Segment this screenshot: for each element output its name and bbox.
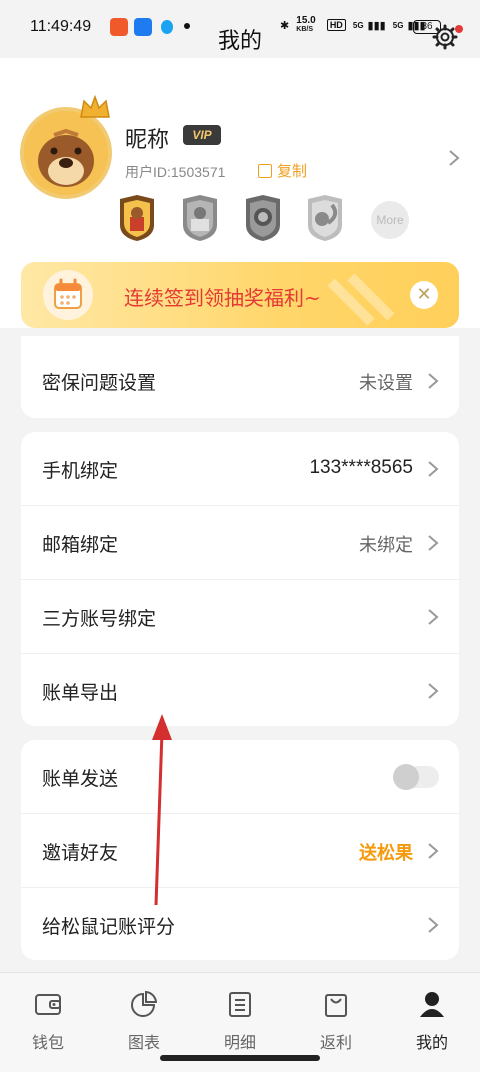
list-icon xyxy=(229,992,251,1017)
user-icon xyxy=(420,992,444,1017)
status-bar: 11:49:49 ✱ 15.0 KB/S HD 5G ▮▮▮ 5G ▮▮▮ 36 我的 xyxy=(0,0,480,58)
crown-icon xyxy=(80,94,110,118)
banner-text: 连续签到领抽奖福利~ xyxy=(124,286,321,310)
settings-row-invite-friends[interactable]: 邀请好友 送松果 xyxy=(21,814,459,888)
chevron-right-icon xyxy=(428,373,439,389)
toggle-knob xyxy=(393,764,419,790)
locked-badge-icon[interactable] xyxy=(244,195,282,241)
nav-label: 返利 xyxy=(319,1033,352,1052)
chevron-right-icon xyxy=(428,683,439,699)
row-value: 未绑定 xyxy=(359,535,413,556)
chevron-right-icon xyxy=(428,535,439,551)
row-value: 133****8565 xyxy=(309,457,413,478)
checkin-banner[interactable]: 连续签到领抽奖福利~ ✕ xyxy=(21,262,459,328)
nav-tab-rebate[interactable]: 返利 xyxy=(288,973,384,1063)
nickname[interactable]: 昵称 xyxy=(125,122,169,154)
row-label: 手机绑定 xyxy=(42,460,119,482)
shopping-bag-icon xyxy=(325,994,347,1017)
pie-chart-icon xyxy=(131,990,158,1017)
row-label: 账单导出 xyxy=(42,682,119,704)
share-card: 账单发送 邀请好友 送松果 给松鼠记账评分 xyxy=(21,740,459,960)
settings-row-email-binding[interactable]: 邮箱绑定 未绑定 xyxy=(21,506,459,580)
locked-badge-icon[interactable] xyxy=(181,195,219,241)
page-title: 我的 xyxy=(217,29,262,54)
settings-row-bill-export[interactable]: 账单导出 xyxy=(21,654,459,728)
copy-button[interactable]: 复制 xyxy=(258,160,307,181)
row-label: 密保问题设置 xyxy=(42,372,157,394)
settings-row-rate-app[interactable]: 给松鼠记账评分 xyxy=(21,888,459,962)
nav-label: 图表 xyxy=(127,1033,160,1052)
row-label: 三方账号绑定 xyxy=(42,608,157,630)
row-label: 给松鼠记账评分 xyxy=(42,916,176,938)
row-label: 邀请好友 xyxy=(42,842,119,864)
security-card: 密保问题设置 未设置 xyxy=(21,336,459,418)
chevron-right-icon[interactable] xyxy=(446,148,462,168)
settings-row-third-party-binding[interactable]: 三方账号绑定 xyxy=(21,580,459,654)
wallet-icon xyxy=(35,994,61,1015)
more-badges-button[interactable]: More xyxy=(371,201,409,239)
nav-tab-mine[interactable]: 我的 xyxy=(384,973,480,1063)
achievement-badge-icon[interactable] xyxy=(118,195,156,241)
account-binding-card: 手机绑定 133****8565 邮箱绑定 未绑定 三方账号绑定 账单导出 xyxy=(21,432,459,726)
nav-tab-details[interactable]: 明细 xyxy=(192,973,288,1063)
settings-row-bill-send[interactable]: 账单发送 xyxy=(21,740,459,814)
locked-badge-icon[interactable] xyxy=(306,195,344,241)
nav-label: 明细 xyxy=(223,1033,256,1052)
row-value: 送松果 xyxy=(359,843,413,864)
home-indicator[interactable] xyxy=(160,1055,320,1061)
nav-label: 钱包 xyxy=(31,1033,64,1052)
settings-notification-dot xyxy=(455,25,463,33)
vip-badge[interactable]: VIP xyxy=(183,125,221,145)
chevron-right-icon xyxy=(428,609,439,625)
squirrel-avatar-icon xyxy=(24,111,108,195)
copy-icon xyxy=(258,164,272,178)
chevron-right-icon xyxy=(428,917,439,933)
chevron-right-icon xyxy=(428,843,439,859)
nav-tab-charts[interactable]: 图表 xyxy=(96,973,192,1063)
copy-label: 复制 xyxy=(277,162,308,180)
row-label: 账单发送 xyxy=(42,768,119,790)
bill-send-toggle[interactable] xyxy=(393,764,439,790)
calendar-icon xyxy=(43,270,93,320)
chevron-right-icon xyxy=(428,461,439,477)
nav-label: 我的 xyxy=(415,1033,448,1052)
row-label: 邮箱绑定 xyxy=(42,534,119,556)
row-value: 未设置 xyxy=(359,373,413,394)
settings-row-security-question[interactable]: 密保问题设置 未设置 xyxy=(21,344,459,418)
banner-decoration-icon xyxy=(327,273,395,326)
user-id: 用户ID:1503571 xyxy=(125,164,226,180)
settings-row-phone-binding[interactable]: 手机绑定 133****8565 xyxy=(21,432,459,506)
annotation-arrow-icon xyxy=(152,714,172,906)
nav-tab-wallet[interactable]: 钱包 xyxy=(0,973,96,1063)
banner-close-icon[interactable]: ✕ xyxy=(410,281,438,309)
